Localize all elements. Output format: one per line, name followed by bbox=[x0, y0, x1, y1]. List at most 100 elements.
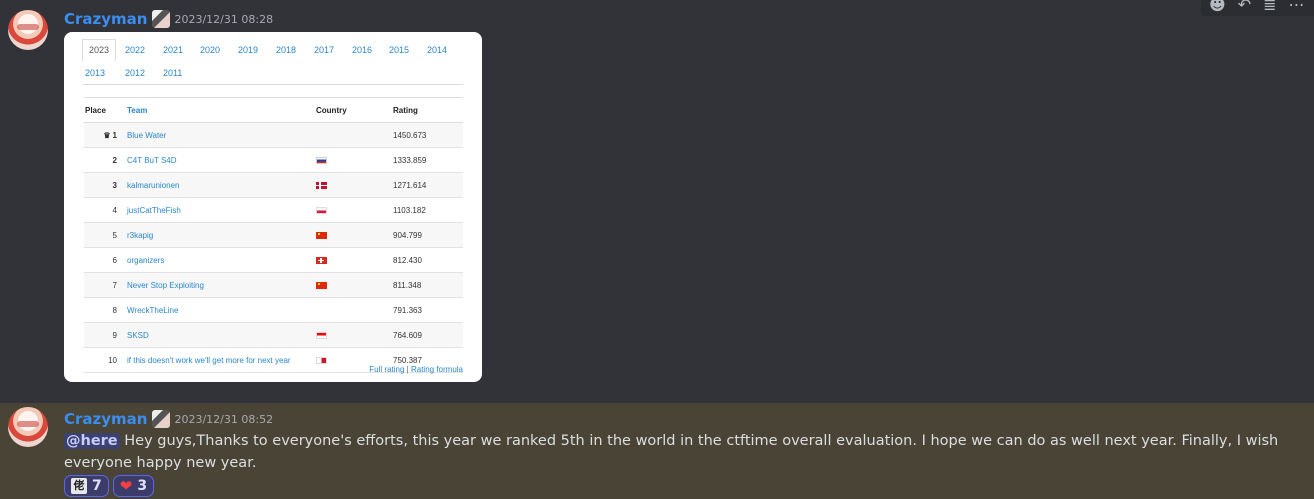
tab-year-2014[interactable]: 2014 bbox=[427, 45, 447, 55]
message-1: Crazyman 2023/12/31 08:28 ☻ ↶ ≣ ⋯ 2023 20… bbox=[0, 0, 1314, 400]
tab-year-2012[interactable]: 2012 bbox=[125, 68, 145, 78]
tab-year-2011[interactable]: 2011 bbox=[163, 68, 182, 78]
table-header-row: Place Team Country Rating bbox=[84, 97, 463, 123]
team-link[interactable]: if this doesn't work we'll get more for … bbox=[123, 347, 312, 373]
ranking-table: Place Team Country Rating ♛ 1 Blue Water 1 4… bbox=[84, 97, 463, 373]
table-row: 3 kalmarunionen 1271.614 bbox=[84, 172, 463, 198]
place-cell: ♛ 1 bbox=[84, 122, 123, 148]
rating-cell: 812.430 bbox=[389, 247, 463, 273]
here-mention[interactable]: @here bbox=[64, 433, 120, 449]
reactions-bar: 佬 7 ❤ 3 bbox=[64, 475, 155, 497]
embed-footer: Full rating | Rating formula bbox=[369, 365, 463, 374]
flag-cn-icon[interactable] bbox=[316, 281, 327, 289]
add-reaction-icon[interactable]: ☻ bbox=[1209, 0, 1226, 13]
table-row: 4 justCatTheFish 1103.182 bbox=[84, 197, 463, 223]
year-tabs: 2023 2022 2021 2020 2019 2018 2017 2016 2015 2014… bbox=[82, 39, 463, 85]
timestamp: 2023/12/31 08:28 bbox=[174, 12, 274, 26]
place-cell: 3 bbox=[84, 172, 123, 198]
tab-year-2018[interactable]: 2018 bbox=[276, 45, 296, 55]
rating-cell: 1271.614 bbox=[389, 172, 463, 198]
tab-year-2019[interactable]: 2019 bbox=[238, 45, 258, 55]
tab-year-2020[interactable]: 2020 bbox=[200, 45, 220, 55]
timestamp: 2023/12/31 08:52 bbox=[174, 412, 274, 426]
flag-ru-icon[interactable] bbox=[316, 156, 327, 164]
team-link[interactable]: WreckTheLine bbox=[123, 297, 312, 323]
flag-mt-icon[interactable] bbox=[316, 356, 327, 364]
team-link[interactable]: r3kapig bbox=[123, 222, 312, 248]
place-value: 4 bbox=[112, 205, 117, 215]
country-cell bbox=[312, 247, 389, 273]
tab-year-2017[interactable]: 2017 bbox=[314, 45, 334, 55]
country-cell bbox=[312, 197, 389, 223]
team-link[interactable]: SKSD bbox=[123, 322, 312, 348]
message-header: Crazyman 2023/12/31 08:28 bbox=[64, 9, 273, 29]
ctftime-rating-embed: 2023 2022 2021 2020 2019 2018 2017 2016 2015 2014… bbox=[64, 32, 482, 382]
message-content: @here Hey guys,Thanks to everyone's effo… bbox=[64, 430, 1294, 474]
flag-ch-icon[interactable] bbox=[316, 256, 327, 264]
team-link[interactable]: kalmarunionen bbox=[123, 172, 312, 198]
rating-cell: 904.799 bbox=[389, 222, 463, 248]
rating-cell: 1103.182 bbox=[389, 197, 463, 223]
country-cell bbox=[312, 322, 389, 348]
flag-dk-icon[interactable] bbox=[316, 181, 327, 189]
tab-year-2016[interactable]: 2016 bbox=[352, 45, 372, 55]
tab-year-2015[interactable]: 2015 bbox=[389, 45, 409, 55]
table-row: 7 Never Stop Exploiting 811.348 bbox=[84, 272, 463, 298]
team-link[interactable]: organizers bbox=[123, 247, 312, 273]
place-value: 9 bbox=[112, 330, 117, 340]
place-cell: 6 bbox=[84, 247, 123, 273]
user-badge-icon bbox=[152, 10, 171, 28]
message-2: Crazyman 2023/12/31 08:52 @here Hey guys… bbox=[0, 403, 1314, 499]
country-cell bbox=[312, 122, 389, 148]
place-value: 3 bbox=[112, 180, 117, 190]
rating-cell: 811.348 bbox=[389, 272, 463, 298]
header-team: Team bbox=[123, 97, 312, 123]
place-cell: 10 bbox=[84, 347, 123, 373]
tab-year-2013[interactable]: 2013 bbox=[85, 68, 105, 78]
user-badge-icon bbox=[152, 410, 171, 428]
header-country: Country bbox=[312, 97, 389, 123]
place-cell: 8 bbox=[84, 297, 123, 323]
place-value: 2 bbox=[112, 155, 117, 165]
place-cell: 2 bbox=[84, 147, 123, 173]
table-row: ♛ 1 Blue Water 1450.673 bbox=[84, 122, 463, 148]
reply-icon[interactable]: ↶ bbox=[1238, 0, 1251, 13]
reaction-count: 3 bbox=[137, 478, 148, 494]
user-avatar[interactable] bbox=[8, 10, 48, 50]
rating-cell: 1333.859 bbox=[389, 147, 463, 173]
tab-year-2023[interactable]: 2023 bbox=[82, 39, 117, 62]
team-link[interactable]: C4T BuT S4D bbox=[123, 147, 312, 173]
country-cell bbox=[312, 272, 389, 298]
tab-year-2022[interactable]: 2022 bbox=[125, 45, 145, 55]
place-cell: 9 bbox=[84, 322, 123, 348]
place-cell: 7 bbox=[84, 272, 123, 298]
country-cell bbox=[312, 222, 389, 248]
heart-icon: ❤ bbox=[119, 476, 133, 495]
team-link[interactable]: Blue Water bbox=[123, 122, 312, 148]
rating-formula-link[interactable]: Rating formula bbox=[411, 365, 463, 374]
team-link[interactable]: Never Stop Exploiting bbox=[123, 272, 312, 298]
reaction-button[interactable]: 佬 7 bbox=[64, 475, 109, 497]
team-link[interactable]: justCatTheFish bbox=[123, 197, 312, 223]
footer-separator: | bbox=[406, 365, 409, 374]
username[interactable]: Crazyman bbox=[64, 410, 147, 428]
full-rating-link[interactable]: Full rating bbox=[369, 365, 404, 374]
tab-year-2021[interactable]: 2021 bbox=[163, 45, 183, 55]
user-avatar[interactable] bbox=[8, 407, 48, 447]
header-place: Place bbox=[84, 97, 123, 123]
message-body: Hey guys,Thanks to everyone's efforts, t… bbox=[64, 433, 1279, 471]
table-row: 9 SKSD 764.609 bbox=[84, 322, 463, 348]
place-value: 5 bbox=[112, 230, 117, 240]
flag-cn-icon[interactable] bbox=[316, 231, 327, 239]
table-row: 5 r3kapig 904.799 bbox=[84, 222, 463, 248]
flag-id-icon[interactable] bbox=[316, 331, 327, 339]
username[interactable]: Crazyman bbox=[64, 10, 147, 28]
table-row: 2 C4T BuT S4D 1333.859 bbox=[84, 147, 463, 173]
place-cell: 5 bbox=[84, 222, 123, 248]
reaction-button[interactable]: ❤ 3 bbox=[112, 475, 155, 497]
more-icon[interactable]: ⋯ bbox=[1289, 0, 1305, 13]
forward-icon[interactable]: ≣ bbox=[1263, 0, 1276, 13]
place-value: 1 bbox=[112, 130, 117, 140]
flag-pl-icon[interactable] bbox=[316, 206, 327, 214]
message-toolbar: ☻ ↶ ≣ ⋯ bbox=[1201, 0, 1314, 16]
